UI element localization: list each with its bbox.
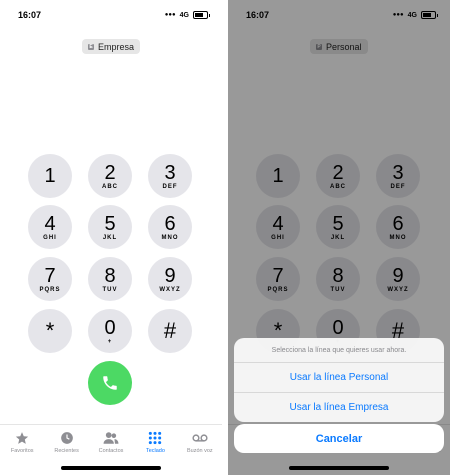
call-button[interactable]: [88, 361, 132, 405]
star-icon: [15, 431, 29, 445]
keypad-icon: [148, 431, 162, 445]
key-1[interactable]: 1: [28, 154, 72, 198]
status-icons: ●●● 4G: [164, 11, 210, 19]
key-letters: TUV: [102, 286, 118, 293]
key-letters: MNO: [161, 234, 179, 241]
tab-clock[interactable]: Recientes: [44, 425, 88, 460]
key-digit: 9: [164, 264, 176, 287]
key-digit: 5: [104, 212, 116, 235]
key-digit: #: [163, 318, 177, 343]
battery-icon: [193, 11, 210, 19]
use-personal-line-button[interactable]: Usar la línea Personal: [234, 363, 444, 392]
key-hash[interactable]: #: [148, 309, 192, 353]
tab-bar: Favoritos Recientes Contactos Teclado Buzón …: [0, 424, 222, 460]
key-letters: WXYZ: [159, 286, 181, 293]
key-2[interactable]: 2 ABC: [88, 154, 132, 198]
active-line-label: Empresa: [98, 41, 135, 52]
signal-icon: ●●●: [164, 12, 176, 18]
line-choice-sheet: Selecciona la línea que quieres usar aho…: [234, 338, 444, 422]
key-4[interactable]: 4 GHI: [28, 205, 72, 249]
key-digit: *: [45, 318, 55, 343]
key-letters: PQRS: [39, 286, 61, 293]
phone-screen-personal: 16:07 ●●● 4G P Personal 1 2 ABC 3 DEF 4 GHI 5 JK…: [228, 0, 450, 475]
key-9[interactable]: 9 WXYZ: [148, 257, 192, 301]
status-time: 16:07: [18, 10, 42, 20]
key-letters: ABC: [102, 183, 118, 190]
line-icon: E: [88, 43, 94, 50]
key-digit: 1: [44, 165, 56, 187]
active-line-badge[interactable]: E Empresa: [82, 39, 141, 54]
tab-label: Teclado: [145, 448, 165, 454]
clock-icon: [60, 431, 74, 445]
key-3[interactable]: 3 DEF: [148, 154, 192, 198]
key-letters: DEF: [162, 183, 178, 190]
phone-screen-empresa: 16:07 ●●● 4G E Empresa 1 2 ABC 3 DEF 4 GHI 5 JKL…: [0, 0, 222, 475]
key-7[interactable]: 7 PQRS: [28, 257, 72, 301]
key-digit: 0: [104, 316, 116, 339]
home-indicator[interactable]: [61, 466, 161, 470]
voicemail-icon: [192, 431, 208, 445]
key-star[interactable]: *: [28, 309, 72, 353]
tab-keypad[interactable]: Teclado: [133, 425, 177, 460]
key-digit: 7: [44, 264, 56, 287]
contacts-icon: [103, 431, 119, 445]
status-bar: 16:07 ●●● 4G: [0, 0, 222, 30]
key-letters: +: [107, 338, 113, 345]
tab-star[interactable]: Favoritos: [0, 425, 44, 460]
phone-icon: [103, 376, 117, 390]
tab-contacts[interactable]: Contactos: [89, 425, 133, 460]
key-5[interactable]: 5 JKL: [88, 205, 132, 249]
sheet-message: Selecciona la línea que quieres usar aho…: [234, 338, 444, 363]
key-digit: 2: [104, 161, 116, 184]
tab-label: Buzón voz: [186, 448, 213, 454]
key-digit: 3: [164, 161, 176, 184]
tab-label: Favoritos: [10, 448, 34, 454]
key-letters: GHI: [43, 234, 57, 241]
tab-label: Contactos: [98, 448, 124, 454]
home-indicator[interactable]: [289, 466, 389, 470]
key-0[interactable]: 0+: [88, 309, 132, 353]
network-label: 4G: [179, 11, 189, 19]
tab-label: Recientes: [54, 448, 79, 454]
cancel-button[interactable]: Cancelar: [234, 424, 444, 453]
key-digit: 4: [44, 212, 56, 235]
key-6[interactable]: 6 MNO: [148, 205, 192, 249]
key-digit: 8: [104, 264, 116, 287]
tab-voicemail[interactable]: Buzón voz: [178, 425, 222, 460]
key-digit: 6: [164, 212, 176, 235]
key-8[interactable]: 8 TUV: [88, 257, 132, 301]
use-empresa-line-button[interactable]: Usar la línea Empresa: [234, 392, 444, 422]
key-letters: JKL: [102, 234, 118, 241]
